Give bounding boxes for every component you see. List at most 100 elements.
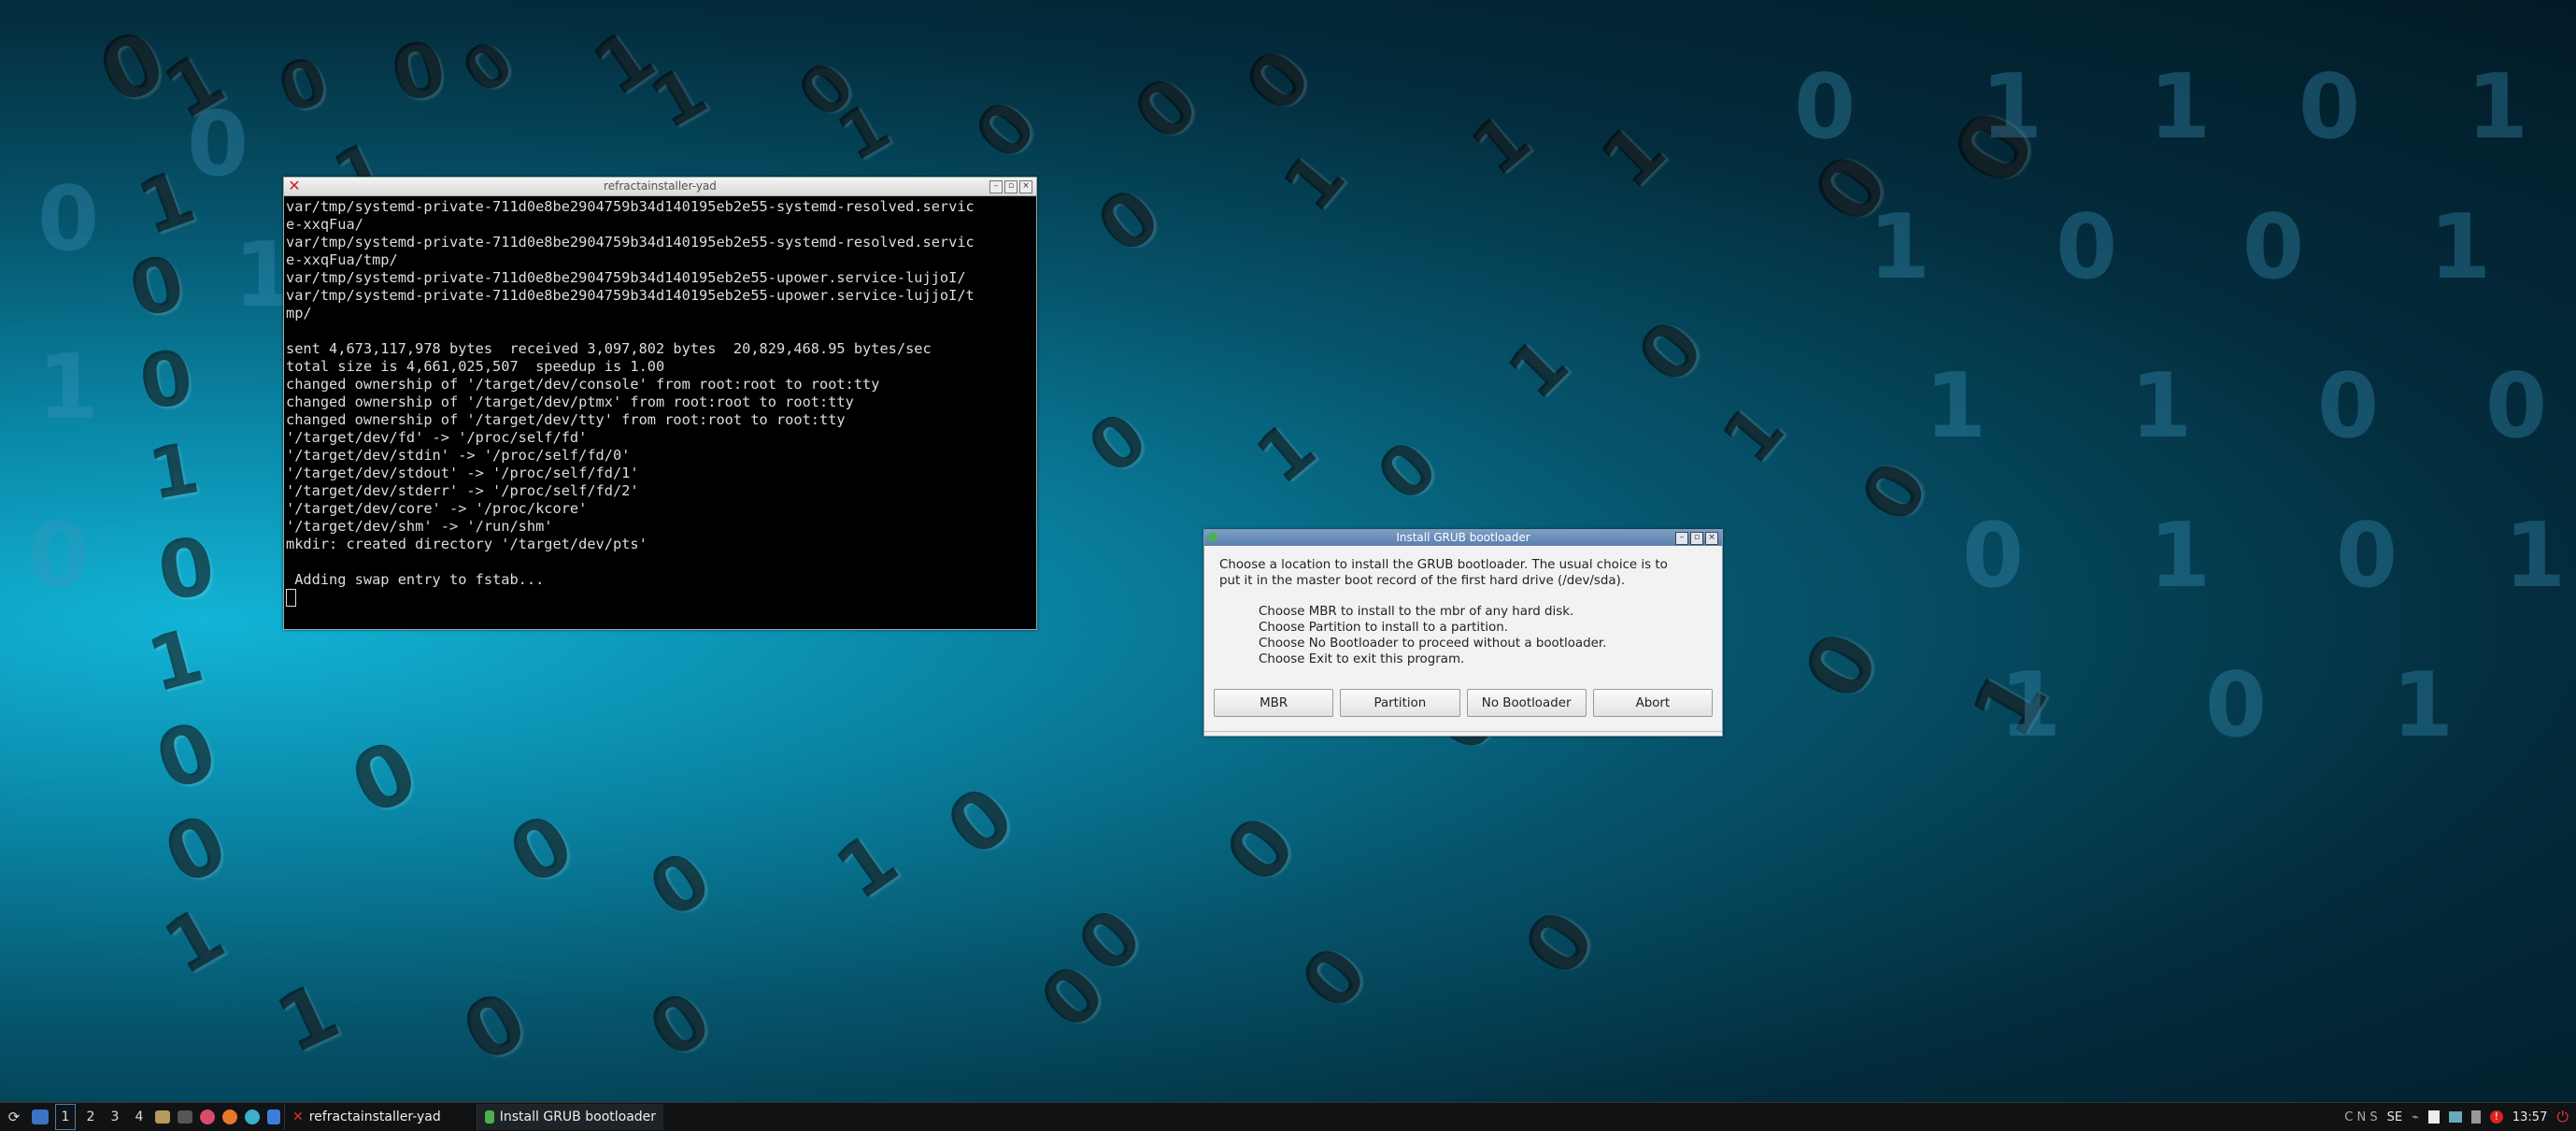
wallpaper-digit: 0 xyxy=(2298,56,2361,159)
option-text: Choose No Bootloader to proceed without … xyxy=(1259,637,1607,651)
terminal-titlebar[interactable]: ✕ refractainstaller-yad – ▫ × xyxy=(284,178,1036,196)
terminal-window[interactable]: ✕ refractainstaller-yad – ▫ × var/tmp/sy… xyxy=(283,177,1037,630)
firefox-icon[interactable] xyxy=(222,1110,237,1124)
wallpaper-digit: 1 xyxy=(824,87,903,177)
task-grub-dialog[interactable]: Install GRUB bootloader xyxy=(476,1104,664,1130)
minimize-button[interactable]: – xyxy=(989,180,1003,193)
wallpaper-digit: 0 xyxy=(1228,33,1329,129)
wallpaper-digit: 0 xyxy=(1962,505,2025,608)
wallpaper-digit: 1 xyxy=(1240,405,1331,500)
terminal-line: sent 4,673,117,978 bytes received 3,097,… xyxy=(286,340,932,357)
task-label: Install GRUB bootloader xyxy=(499,1110,657,1124)
terminal-line: '/target/dev/stdout' -> '/proc/self/fd/1… xyxy=(286,465,639,481)
terminal-line: var/tmp/systemd-private-711d0e8be2904759… xyxy=(286,269,966,286)
wallpaper-digit: 1 xyxy=(577,11,671,113)
terminal-line: total size is 4,661,025,507 speedup is 1… xyxy=(286,358,665,375)
installer-launcher-icon[interactable] xyxy=(200,1110,215,1124)
wallpaper-digit: 0 xyxy=(28,505,91,608)
wallpaper-digit: 1 xyxy=(149,35,239,136)
wallpaper-digit: 0 xyxy=(1117,59,1216,159)
screenshot-icon[interactable] xyxy=(2448,1111,2462,1123)
wallpaper-digit: 1 xyxy=(1584,106,1683,206)
clock: 13:57 xyxy=(2512,1110,2548,1124)
wallpaper-digit: 0 xyxy=(1072,395,1163,491)
installer-icon xyxy=(484,1110,494,1124)
dialog-titlebar[interactable]: Install GRUB bootloader – ▫ × xyxy=(1204,530,1722,546)
terminal-line: changed ownership of '/target/dev/ptmx' … xyxy=(286,394,854,410)
terminal-line: changed ownership of '/target/dev/tty' f… xyxy=(286,411,846,428)
wallpaper-digit: 0 xyxy=(1785,616,1900,716)
show-desktop-icon[interactable] xyxy=(32,1110,49,1124)
settings-icon[interactable] xyxy=(245,1110,260,1124)
wallpaper-digit: 1 xyxy=(1491,322,1585,415)
wallpaper-digit: 1 xyxy=(2467,56,2529,159)
wallpaper-digit: 0 xyxy=(2056,196,2118,299)
wallpaper-digit: 0 xyxy=(783,46,870,134)
task-label: refractainstaller-yad xyxy=(308,1110,441,1124)
terminal-line: '/target/dev/stderr' -> '/proc/self/fd/2… xyxy=(286,482,639,499)
minimize-button[interactable]: – xyxy=(1675,532,1688,545)
close-button[interactable]: × xyxy=(1705,532,1718,545)
abort-button[interactable]: Abort xyxy=(1592,689,1713,717)
installer-icon xyxy=(1208,533,1217,542)
workspace-4[interactable]: 4 xyxy=(130,1105,149,1129)
file-manager-icon[interactable] xyxy=(155,1110,170,1124)
wallpaper-digit: 1 xyxy=(1953,653,2068,753)
x-terminal-icon: ✕ xyxy=(292,1110,304,1124)
wallpaper-digit: 0 xyxy=(1207,799,1315,901)
wallpaper-digit: 1 xyxy=(1455,96,1546,192)
terminal-line: Adding swap entry to fstab... xyxy=(286,571,545,588)
wallpaper-digit: 1 xyxy=(138,611,212,709)
terminal-line: mkdir: created directory '/target/dev/pt… xyxy=(286,536,648,552)
workspace-2[interactable]: 2 xyxy=(81,1105,100,1129)
wallpaper-digit: 0 xyxy=(150,519,222,621)
no-bootloader-button[interactable]: No Bootloader xyxy=(1466,689,1587,717)
wallpaper-digit: 1 xyxy=(1981,56,2043,159)
wallpaper-digit: 1 xyxy=(1705,388,1800,480)
wallpaper-digit: 1 xyxy=(2000,654,2062,757)
power-icon[interactable]: ⏻ xyxy=(2556,1108,2569,1126)
option-text: Choose Partition to install to a partiti… xyxy=(1259,621,1509,635)
dialog-title: Install GRUB bootloader xyxy=(1396,531,1530,544)
mbr-button[interactable]: MBR xyxy=(1214,689,1334,717)
option-text: Choose MBR to install to the mbr of any … xyxy=(1259,605,1574,619)
wallpaper-digit: 0 xyxy=(144,703,229,810)
terminal-icon[interactable] xyxy=(178,1110,192,1124)
maximize-button[interactable]: ▫ xyxy=(1690,532,1703,545)
wallpaper-digit: 0 xyxy=(1284,930,1385,1026)
wallpaper-digit: 1 xyxy=(2149,505,2212,608)
network-icon[interactable]: ⌁ xyxy=(2412,1110,2419,1124)
wallpaper-digit: 0 xyxy=(1843,448,1946,537)
wallpaper-digit: 0 xyxy=(133,332,200,428)
close-button[interactable]: × xyxy=(1019,180,1032,193)
dialog-bottom-edge xyxy=(1204,731,1722,736)
terminal-line: changed ownership of '/target/dev/consol… xyxy=(286,376,880,393)
wallpaper-digit: 0 xyxy=(336,721,432,836)
dialog-intro-line: put it in the master boot record of the … xyxy=(1219,574,1626,588)
keyboard-layout[interactable]: SE xyxy=(2387,1110,2402,1124)
update-alert-icon[interactable]: ! xyxy=(2489,1110,2503,1124)
terminal-line: '/target/dev/stdin' -> '/proc/self/fd/0' xyxy=(286,447,631,464)
wallpaper-digit: 0 xyxy=(150,796,241,904)
battery-icon[interactable] xyxy=(2470,1110,2481,1124)
wallpaper-digit: 0 xyxy=(120,237,193,336)
terminal-output[interactable]: var/tmp/systemd-private-711d0e8be2904759… xyxy=(284,196,1036,628)
maximize-button[interactable]: ▫ xyxy=(1004,180,1018,193)
wallpaper-digit: 0 xyxy=(1060,891,1160,991)
partition-button[interactable]: Partition xyxy=(1340,689,1460,717)
wallpaper-digit: 0 xyxy=(381,22,455,121)
workspace-3[interactable]: 3 xyxy=(106,1105,124,1129)
wallpaper-digit: 1 xyxy=(2429,196,2492,299)
wallpaper-digit: 0 xyxy=(2317,355,2380,458)
terminal-line: '/target/dev/fd' -> '/proc/self/fd' xyxy=(286,429,588,446)
wallpaper-digit: 0 xyxy=(1080,170,1177,272)
menu-icon[interactable]: ⟳ xyxy=(4,1107,24,1127)
workspace-1[interactable]: 1 xyxy=(55,1104,76,1130)
grub-dialog[interactable]: Install GRUB bootloader – ▫ × Choose a l… xyxy=(1203,529,1723,737)
download-icon[interactable] xyxy=(267,1110,280,1124)
wallpaper-digit: 1 xyxy=(2504,505,2567,608)
wallpaper-digit: 0 xyxy=(1360,424,1454,518)
task-terminal[interactable]: ✕ refractainstaller-yad xyxy=(284,1104,448,1130)
clipboard-icon[interactable] xyxy=(2427,1110,2440,1124)
terminal-line: var/tmp/systemd-private-711d0e8be2904759… xyxy=(286,287,975,304)
